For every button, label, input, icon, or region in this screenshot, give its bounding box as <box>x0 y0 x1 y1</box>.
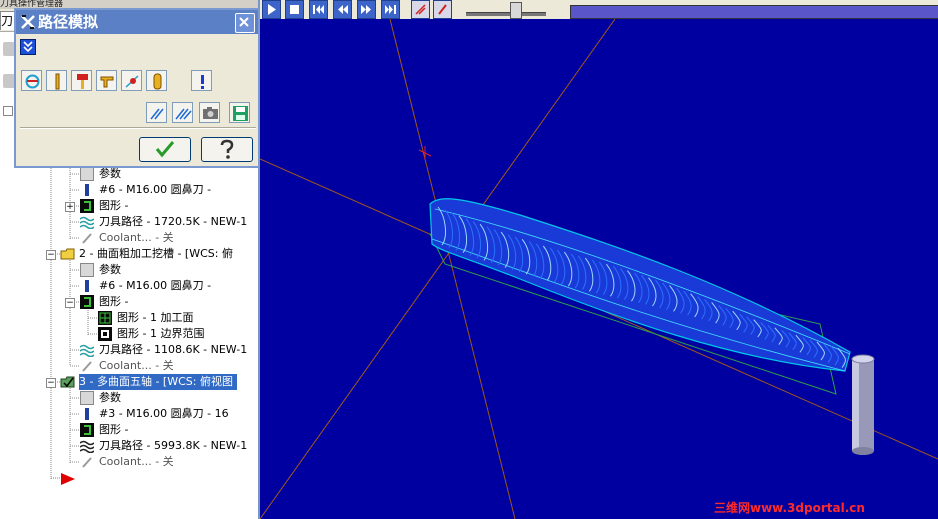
save-button[interactable] <box>229 102 250 123</box>
toolpath-wave-icon <box>79 215 95 230</box>
show-tool-button[interactable] <box>46 70 67 91</box>
shaded-tool-button[interactable] <box>146 70 167 91</box>
question-icon <box>220 139 234 159</box>
expand-toggle[interactable]: + <box>65 202 75 212</box>
tool-cylinder <box>851 354 875 455</box>
step-forward-button[interactable] <box>357 0 376 19</box>
operation-folder-icon <box>60 247 75 261</box>
simulation-progress-bar <box>570 5 938 19</box>
dialog-title: 路径模拟 <box>38 13 99 31</box>
toolpath-wave-dark-icon <box>79 439 95 454</box>
info-icon <box>201 75 204 89</box>
geometry-icon <box>80 199 94 213</box>
folder-params-icon <box>80 391 94 405</box>
coolant-icon <box>80 359 94 373</box>
go-end-button[interactable] <box>381 0 400 19</box>
graphics-viewport[interactable] <box>260 19 938 519</box>
checkmark-icon <box>155 141 175 158</box>
shaded-tool-icon <box>153 73 162 90</box>
coolant-icon <box>80 231 94 245</box>
play-button[interactable] <box>262 0 281 19</box>
rapid-move-button[interactable] <box>96 70 117 91</box>
screenshot-button[interactable] <box>199 102 220 123</box>
color-cycle-icon <box>25 74 40 89</box>
collapse-toggle[interactable]: − <box>65 298 75 308</box>
show-path-button[interactable] <box>411 0 430 19</box>
boundary-icon <box>98 327 112 341</box>
tool-icon <box>80 279 94 293</box>
insert-arrow-icon[interactable] <box>60 472 76 489</box>
save-disk-icon <box>233 106 248 121</box>
endpoint-icon <box>125 75 139 88</box>
speed-slider-thumb[interactable] <box>510 2 522 19</box>
geometry-icon <box>80 423 94 437</box>
coolant-icon <box>80 455 94 469</box>
multi-lines-icon <box>175 108 192 120</box>
watermark-text: 三维网www.3dportal.cn <box>714 501 865 515</box>
stop-button[interactable] <box>285 0 304 19</box>
tool-icon <box>55 73 60 90</box>
rapid-move-icon <box>100 76 114 88</box>
expand-dialog-button[interactable] <box>20 39 36 55</box>
ok-button[interactable] <box>139 137 191 162</box>
close-button[interactable] <box>235 13 255 33</box>
collapse-toggle[interactable]: − <box>46 250 56 260</box>
mastercam-logo-icon <box>20 14 36 33</box>
configure-button[interactable] <box>191 70 212 91</box>
folder-params-icon <box>80 263 94 277</box>
step-lines-icon <box>150 108 164 120</box>
step-back-button[interactable] <box>333 0 352 19</box>
speed-slider-track[interactable] <box>466 12 546 16</box>
show-holder-button[interactable] <box>71 70 92 91</box>
geometry-icon <box>80 295 94 309</box>
go-start-button[interactable] <box>309 0 328 19</box>
surface-grid-icon <box>98 311 112 325</box>
path-simulation-dialog: 路径模拟 <box>14 8 260 168</box>
clear-path-button[interactable] <box>172 102 193 123</box>
endpoint-display-button[interactable] <box>121 70 142 91</box>
toolpath-wave-icon <box>79 343 95 358</box>
folder-params-icon <box>80 167 94 181</box>
show-tool-button[interactable] <box>433 0 452 19</box>
viewport-scene <box>260 19 938 519</box>
toolpath-color-button[interactable] <box>21 70 42 91</box>
collapse-toggle[interactable]: − <box>46 378 56 388</box>
close-icon <box>239 17 249 27</box>
dialog-separator <box>20 127 256 129</box>
tool-icon <box>80 183 94 197</box>
operation-folder-selected-icon <box>60 375 75 389</box>
tool-icon <box>80 407 94 421</box>
help-button[interactable] <box>201 137 253 162</box>
holder-icon <box>77 74 88 89</box>
origin-marker <box>418 146 432 160</box>
double-chevron-down-icon <box>23 41 33 53</box>
camera-icon <box>203 107 218 119</box>
step-mode-button[interactable] <box>146 102 167 123</box>
